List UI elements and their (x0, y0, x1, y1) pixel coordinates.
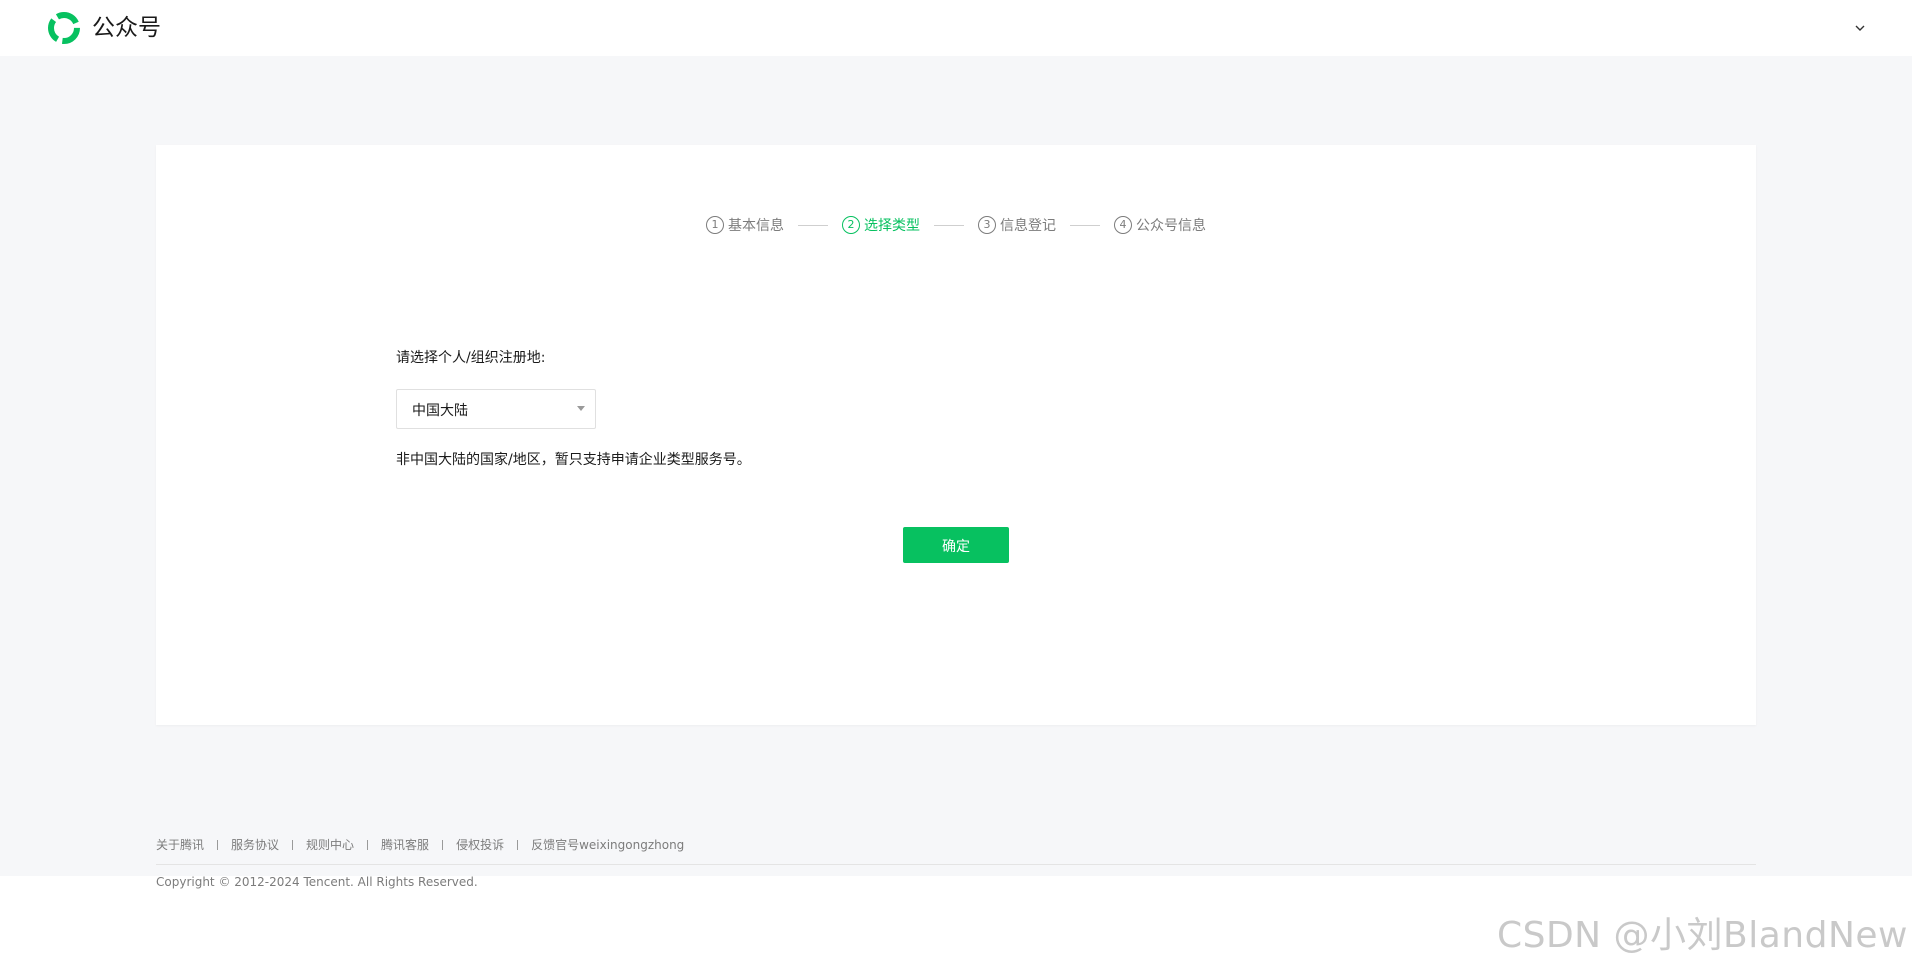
step-info-registration: 3 信息登记 (978, 215, 1056, 235)
registration-card: 1 基本信息 2 选择类型 3 信息登记 4 公众号信息 请选择个人/组织注册地… (156, 145, 1756, 725)
top-header: 公众号 (0, 0, 1912, 56)
footer-link-about[interactable]: 关于腾讯 (156, 836, 204, 853)
confirm-button[interactable]: 确定 (903, 527, 1009, 563)
footer-link-customer-service[interactable]: 腾讯客服 (381, 836, 429, 853)
brand-title[interactable]: 公众号 (92, 13, 161, 43)
step-label: 基本信息 (728, 218, 784, 234)
step-basic-info: 1 基本信息 (706, 215, 784, 235)
footer-separator (217, 839, 219, 850)
step-label: 公众号信息 (1136, 218, 1206, 234)
step-number: 2 (842, 216, 860, 234)
step-account-info: 4 公众号信息 (1114, 215, 1206, 235)
step-number: 3 (978, 216, 996, 234)
step-label: 信息登记 (1000, 218, 1056, 234)
step-divider (798, 224, 828, 226)
region-select-value: 中国大陆 (412, 403, 468, 419)
main-area: 1 基本信息 2 选择类型 3 信息登记 4 公众号信息 请选择个人/组织注册地… (0, 56, 1912, 889)
region-label: 请选择个人/组织注册地: (396, 350, 546, 366)
watermark-text: CSDN @小刘BlandNew (1496, 915, 1908, 956)
step-divider (934, 224, 964, 226)
footer-link-service-agreement[interactable]: 服务协议 (231, 836, 279, 853)
footer-separator (367, 839, 369, 850)
step-number: 4 (1114, 216, 1132, 234)
copyright-text: Copyright © 2012-2024 Tencent. All Right… (156, 875, 478, 889)
footer-link-rules[interactable]: 规则中心 (306, 836, 354, 853)
footer-separator (442, 839, 444, 850)
step-select-type: 2 选择类型 (842, 215, 920, 235)
footer-separator (292, 839, 294, 850)
footer-links: 关于腾讯 服务协议 规则中心 腾讯客服 侵权投诉 反馈官号weixingongz… (156, 836, 684, 853)
region-select[interactable]: 中国大陆 (396, 389, 596, 429)
progress-steps: 1 基本信息 2 选择类型 3 信息登记 4 公众号信息 (156, 205, 1756, 245)
chevron-down-icon[interactable] (1848, 16, 1872, 40)
footer-divider (156, 864, 1756, 865)
step-label: 选择类型 (864, 218, 920, 234)
footer-link-infringement[interactable]: 侵权投诉 (456, 836, 504, 853)
region-tip: 非中国大陆的国家/地区，暂只支持申请企业类型服务号。 (396, 452, 751, 468)
footer-link-feedback[interactable]: 反馈官号weixingongzhong (531, 836, 684, 853)
footer-separator (517, 839, 519, 850)
step-divider (1070, 224, 1100, 226)
step-number: 1 (706, 216, 724, 234)
wechat-official-account-logo-icon[interactable] (46, 10, 82, 46)
caret-down-icon (577, 406, 585, 411)
